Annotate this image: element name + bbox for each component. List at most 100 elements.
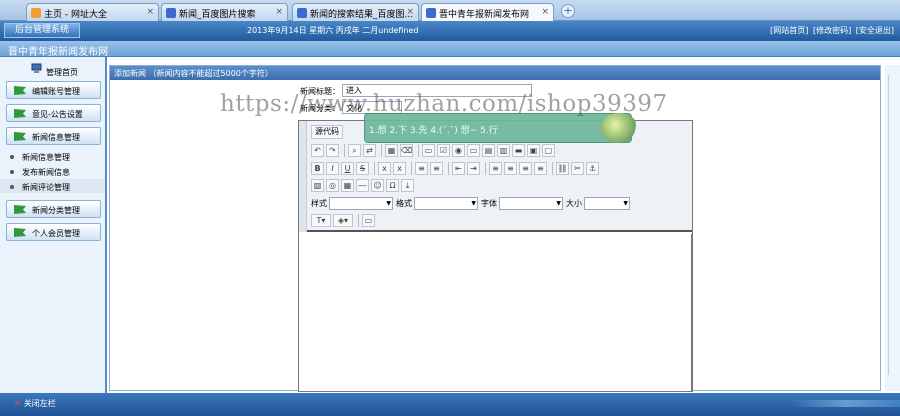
sub-item-news-comments[interactable]: 新闻评论管理: [10, 182, 70, 193]
format-select[interactable]: ▼: [414, 197, 478, 210]
size-select[interactable]: ▼: [584, 197, 630, 210]
close-icon[interactable]: ×: [275, 7, 283, 17]
outdent-icon[interactable]: ⇤: [452, 162, 465, 175]
browser-tab-image-search[interactable]: 新闻_百度图片搜索 ×: [161, 3, 288, 21]
sidebar-item-feedback-notice[interactable]: 意见-公告设置: [6, 104, 101, 122]
close-icon[interactable]: ×: [541, 7, 549, 17]
subscript-icon[interactable]: x: [378, 162, 391, 175]
watermark-url: https://www.huzhan.com/ishop39397: [220, 91, 668, 117]
select-field-icon[interactable]: ▥: [497, 144, 510, 157]
unlink-icon[interactable]: ✂: [571, 162, 584, 175]
sidebar-item-news-category[interactable]: 新闻分类管理: [6, 200, 101, 218]
align-left-icon[interactable]: ≡: [489, 162, 502, 175]
rich-text-editor: 源代码 ↶ ↷ ⌕ ⇄ ▦ ⌫ ▭ ☑ ◉ ▭ ▤ ▥ ▬ ▣ ▢ B I U Sx x ≡ ≡ ⇤ ⇥ ≡ ≡ ≡ ≡ ⛓ ✂ ⚓ ▧ ◎…: [298, 120, 693, 392]
select-all-icon[interactable]: ▦: [385, 144, 398, 157]
tab-label: 新闻的搜索结果_百度图...: [310, 10, 414, 20]
date-display: 2013年9月14日 星期六 丙戌年 二月undefined: [247, 26, 419, 35]
logout-link[interactable]: [安全退出]: [856, 26, 894, 35]
italic-icon[interactable]: I: [326, 162, 339, 175]
browser-tab-news-site[interactable]: 晋中青年报新闻发布网 ×: [421, 3, 554, 22]
remove-format-icon[interactable]: ⌫: [400, 144, 413, 157]
bullet-icon: [10, 185, 14, 189]
redo-icon[interactable]: ↷: [326, 144, 339, 157]
close-sidebar-button[interactable]: ✕ 关闭左栏: [14, 398, 56, 409]
browser-tab-search-results[interactable]: 新闻的搜索结果_百度图... ×: [292, 3, 419, 21]
page-icon: [297, 8, 307, 18]
indent-icon[interactable]: ⇥: [467, 162, 480, 175]
sidebar-home[interactable]: 管理首页: [0, 63, 105, 77]
toolbar-separator: [358, 214, 359, 227]
close-icon[interactable]: ×: [146, 7, 154, 17]
special-char-icon[interactable]: Ω: [386, 179, 399, 192]
close-sidebar-label: 关闭左栏: [23, 399, 56, 408]
textarea-icon[interactable]: ▤: [482, 144, 495, 157]
bold-icon[interactable]: B: [311, 162, 324, 175]
ime-candidates: 1.想 2.下 3.先 4.(¯.¯) 想~ 5.行: [369, 126, 498, 136]
close-icon[interactable]: ×: [406, 7, 414, 17]
source-code-button[interactable]: 源代码: [311, 125, 343, 139]
change-password-link[interactable]: [修改密码]: [813, 26, 851, 35]
textfield-icon[interactable]: ▭: [467, 144, 480, 157]
toolbar-separator: [344, 144, 345, 157]
replace-icon[interactable]: ⇄: [363, 144, 376, 157]
toolbar-row-1: 源代码: [311, 125, 343, 141]
sidebar-item-label: 个人会员管理: [32, 229, 80, 238]
toolbar-collapse-bar[interactable]: [299, 121, 307, 232]
link-icon[interactable]: ⛓: [556, 162, 569, 175]
toolbar-separator: [374, 162, 375, 175]
image-icon[interactable]: ▧: [311, 179, 324, 192]
horizontal-rule-icon[interactable]: ―: [356, 179, 369, 192]
browser-tab-home[interactable]: 主页 - 网址大全 ×: [26, 3, 159, 21]
flash-icon[interactable]: ◎: [326, 179, 339, 192]
font-select[interactable]: ▼: [499, 197, 563, 210]
radio-icon[interactable]: ◉: [452, 144, 465, 157]
align-right-icon[interactable]: ≡: [519, 162, 532, 175]
form-icon[interactable]: ▭: [422, 144, 435, 157]
tab-label: 晋中青年报新闻发布网: [439, 10, 530, 20]
toolbar-row-3: B I U Sx x ≡ ≡ ⇤ ⇥ ≡ ≡ ≡ ≡ ⛓ ✂ ⚓: [311, 162, 601, 178]
maximize-icon[interactable]: ▭: [362, 214, 375, 227]
style-select[interactable]: ▼: [329, 197, 393, 210]
align-justify-icon[interactable]: ≡: [534, 162, 547, 175]
sub-item-publish-news[interactable]: 发布新闻信息: [10, 167, 70, 178]
undo-icon[interactable]: ↶: [311, 144, 324, 157]
new-tab-button[interactable]: +: [561, 4, 575, 18]
toolbar-separator: [552, 162, 553, 175]
site-home-link[interactable]: [网站首页]: [770, 26, 808, 35]
toolbar-row-5: 样式 ▼ 格式 ▼ 字体 ▼ 大小 ▼: [311, 197, 633, 213]
flag-icon: [14, 132, 26, 141]
ime-candidate-window[interactable]: 1.想 2.下 3.先 4.(¯.¯) 想~ 5.行: [364, 113, 632, 143]
site-title-bar: 晋中青年报新闻发布网: [0, 41, 900, 58]
ordered-list-icon[interactable]: ≡: [415, 162, 428, 175]
superscript-icon[interactable]: x: [393, 162, 406, 175]
align-center-icon[interactable]: ≡: [504, 162, 517, 175]
checkbox-icon[interactable]: ☑: [437, 144, 450, 157]
button-field-icon[interactable]: ▬: [512, 144, 525, 157]
sub-item-label: 新闻信息管理: [22, 153, 70, 162]
sidebar-item-members[interactable]: 个人会员管理: [6, 223, 101, 241]
sidebar-item-news-info[interactable]: 新闻信息管理: [6, 127, 101, 145]
smiley-icon[interactable]: ☺: [371, 179, 384, 192]
ime-skin-icon: [600, 113, 638, 143]
sidebar-item-editor-accounts[interactable]: 编辑账号管理: [6, 81, 101, 99]
admin-header: 后台管理系统 2013年9月14日 星期六 丙戌年 二月undefined [网…: [0, 21, 900, 41]
sub-item-news-manage[interactable]: 新闻信息管理: [10, 152, 70, 163]
editor-scrollbar-edge: [691, 234, 692, 392]
image-button-icon[interactable]: ▣: [527, 144, 540, 157]
text-color-icon[interactable]: T▾: [311, 214, 331, 227]
page-break-icon[interactable]: ⤓: [401, 179, 414, 192]
strikethrough-icon[interactable]: S: [356, 162, 369, 175]
table-icon[interactable]: ▦: [341, 179, 354, 192]
unordered-list-icon[interactable]: ≡: [430, 162, 443, 175]
anchor-icon[interactable]: ⚓: [586, 162, 599, 175]
underline-icon[interactable]: U: [341, 162, 354, 175]
hidden-field-icon[interactable]: ▢: [542, 144, 555, 157]
toolbar-row-6: T▾ ◈▾ ▭: [311, 214, 377, 230]
find-icon[interactable]: ⌕: [348, 144, 361, 157]
font-label: 字体: [481, 199, 497, 208]
background-color-icon[interactable]: ◈▾: [333, 214, 353, 227]
dropdown-arrow-icon: ▼: [556, 200, 561, 207]
page-icon: [426, 8, 436, 18]
sidebar-item-label: 编辑账号管理: [32, 87, 80, 96]
flag-icon: [14, 228, 26, 237]
